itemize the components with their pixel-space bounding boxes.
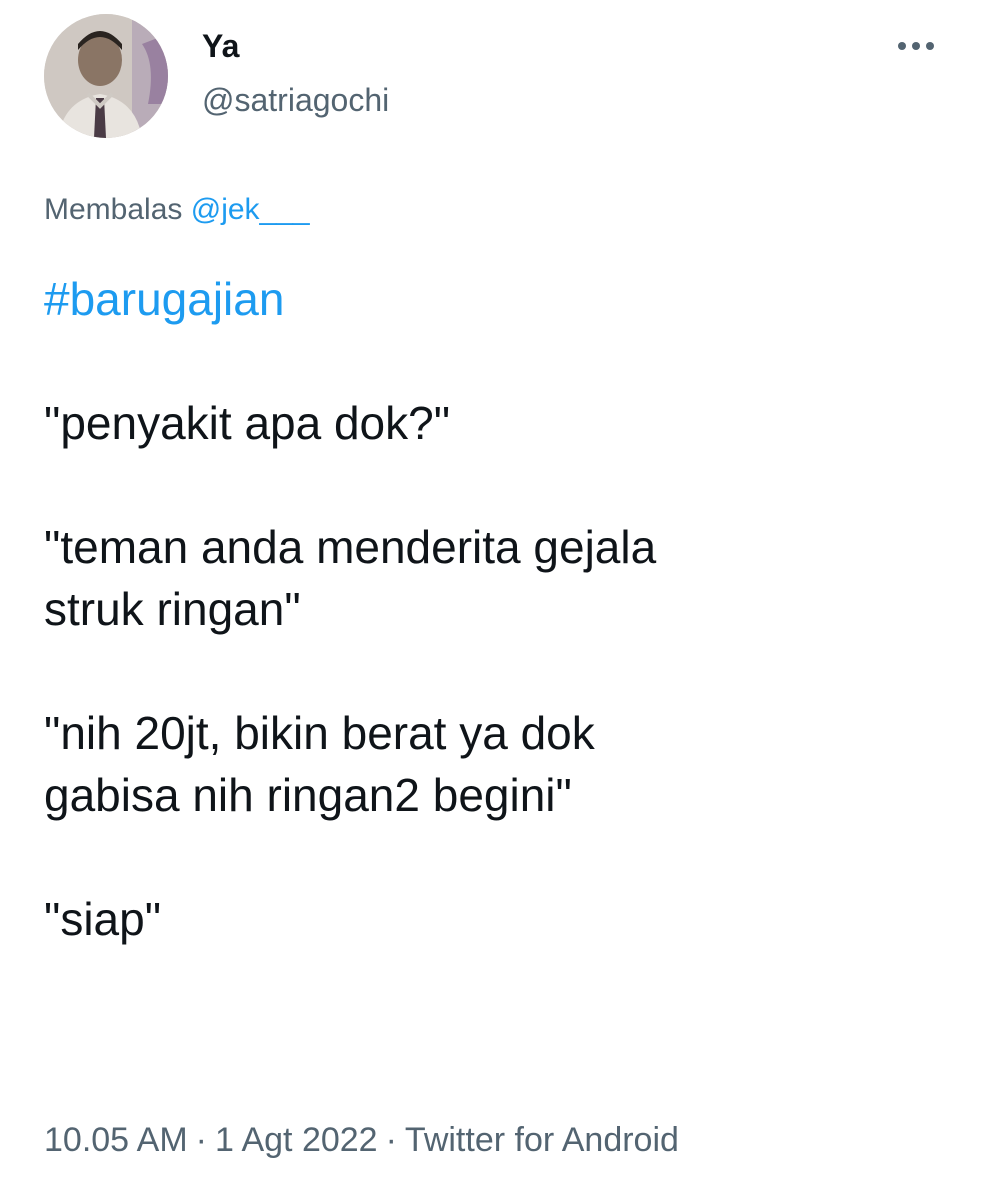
tweet-time-link[interactable]: 10.05 AM bbox=[44, 1121, 188, 1159]
more-options-button[interactable] bbox=[886, 30, 946, 62]
tweet-metadata: 10.05 AM · 1 Agt 2022 · Twitter for Android bbox=[44, 1118, 679, 1162]
tweet-source-link[interactable]: Twitter for Android bbox=[405, 1121, 679, 1159]
more-horizontal-icon bbox=[926, 42, 934, 50]
meta-separator: · bbox=[385, 1121, 397, 1159]
tweet-line: "siap" bbox=[44, 893, 162, 945]
more-horizontal-icon bbox=[912, 42, 920, 50]
reply-prefix: Membalas bbox=[44, 193, 183, 226]
tweet-text: #barugajian "penyakit apa dok?" "teman a… bbox=[44, 268, 944, 950]
tweet-line: gabisa nih ringan2 begini" bbox=[44, 769, 572, 821]
tweet-line: "teman anda menderita gejala bbox=[44, 521, 657, 573]
tweet-line: struk ringan" bbox=[44, 583, 301, 635]
more-horizontal-icon bbox=[898, 42, 906, 50]
reply-context: Membalas @jek___ bbox=[44, 190, 310, 230]
hashtag-link[interactable]: #barugajian bbox=[44, 273, 284, 325]
profile-photo-icon bbox=[44, 14, 168, 138]
tweet-date-link[interactable]: 1 Agt 2022 bbox=[215, 1121, 378, 1159]
tweet-line: "nih 20jt, bikin berat ya dok bbox=[44, 707, 595, 759]
user-handle[interactable]: @satriagochi bbox=[202, 80, 389, 120]
meta-separator: · bbox=[195, 1121, 207, 1159]
tweet-line: "penyakit apa dok?" bbox=[44, 397, 451, 449]
avatar[interactable] bbox=[44, 14, 168, 138]
display-name[interactable]: Ya bbox=[202, 26, 239, 66]
tweet: Ya @satriagochi Membalas @jek___ #baruga… bbox=[0, 0, 984, 1200]
reply-mention-link[interactable]: @jek___ bbox=[191, 193, 310, 226]
